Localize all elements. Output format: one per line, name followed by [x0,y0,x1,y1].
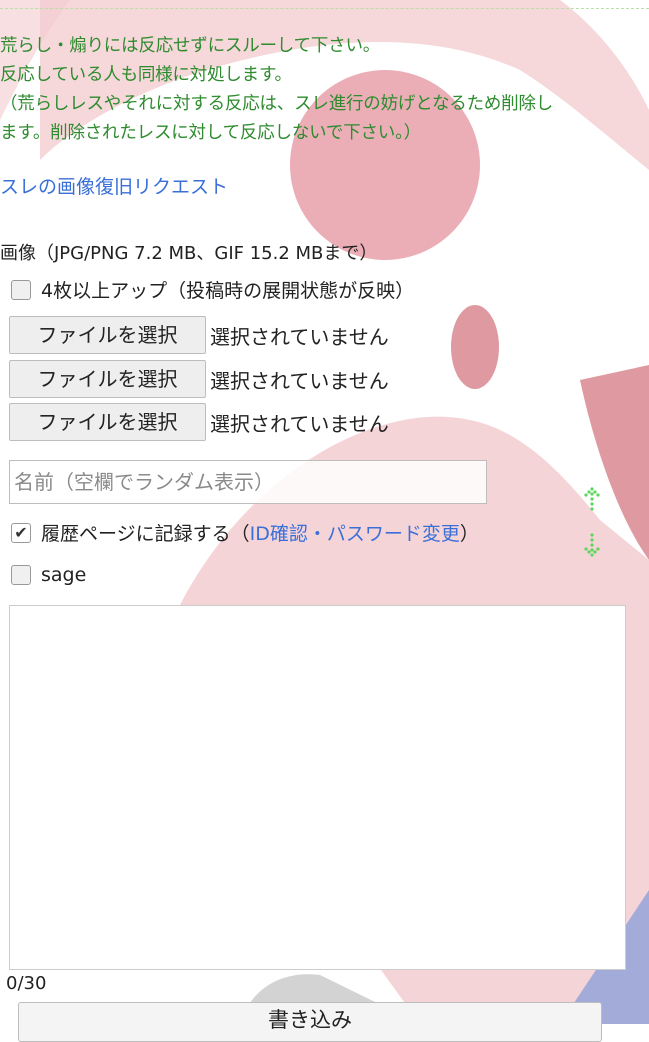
sage-checkbox[interactable] [11,565,31,585]
file-status: 選択されていません [210,411,389,436]
submit-button[interactable]: 書き込み [18,1002,602,1042]
multi-upload-label: 4枚以上アップ（投稿時の展開状態が反映） [41,280,415,302]
choose-file-button[interactable]: ファイルを選択 [9,360,206,398]
image-size-note: 画像（JPG/PNG 7.2 MB、GIF 15.2 MBまで） [0,243,378,264]
multi-upload-row[interactable]: 4枚以上アップ（投稿時の展開状態が反映） [11,276,414,303]
history-label: 履歴ページに記録する（ID確認・パスワード変更） [41,523,479,545]
notice-line: （荒らしレスやそれに対する反応は、スレ進行の妨げとなるため削除し [0,94,554,114]
file-input-row: ファイルを選択 選択されていません [9,403,389,441]
name-field[interactable] [9,460,487,504]
choose-file-button[interactable]: ファイルを選択 [9,316,206,354]
message-textarea[interactable] [9,605,626,970]
image-restore-request-link[interactable]: スレの画像復旧リクエスト [0,172,228,199]
character-counter: 0/30 [6,973,47,994]
history-checkbox[interactable]: ✔ [11,522,31,543]
notice-line: 反応している人も同様に対処します。 [0,65,292,85]
sage-label: sage [41,564,87,586]
choose-file-button[interactable]: ファイルを選択 [9,403,206,441]
file-status: 選択されていません [210,324,389,349]
multi-upload-checkbox[interactable] [11,279,31,300]
sage-row[interactable]: sage [11,564,86,586]
rules-notice: 荒らし・煽りには反応せずにスルーして下さい。 反応している人も同様に対処します。… [0,32,645,148]
notice-line: ます。削除されたレスに対して反応しないで下さい。） [0,123,421,143]
down-arrow-icon[interactable] [580,532,604,560]
top-divider [0,0,649,9]
history-record-row[interactable]: ✔ 履歴ページに記録する（ID確認・パスワード変更） [11,519,479,546]
notice-line: 荒らし・煽りには反応せずにスルーして下さい。 [0,36,381,56]
file-status: 選択されていません [210,368,389,393]
id-password-link[interactable]: ID確認・パスワード変更 [250,523,460,545]
file-input-row: ファイルを選択 選択されていません [9,360,389,398]
file-input-row: ファイルを選択 選択されていません [9,316,389,354]
up-arrow-icon[interactable] [580,486,604,514]
